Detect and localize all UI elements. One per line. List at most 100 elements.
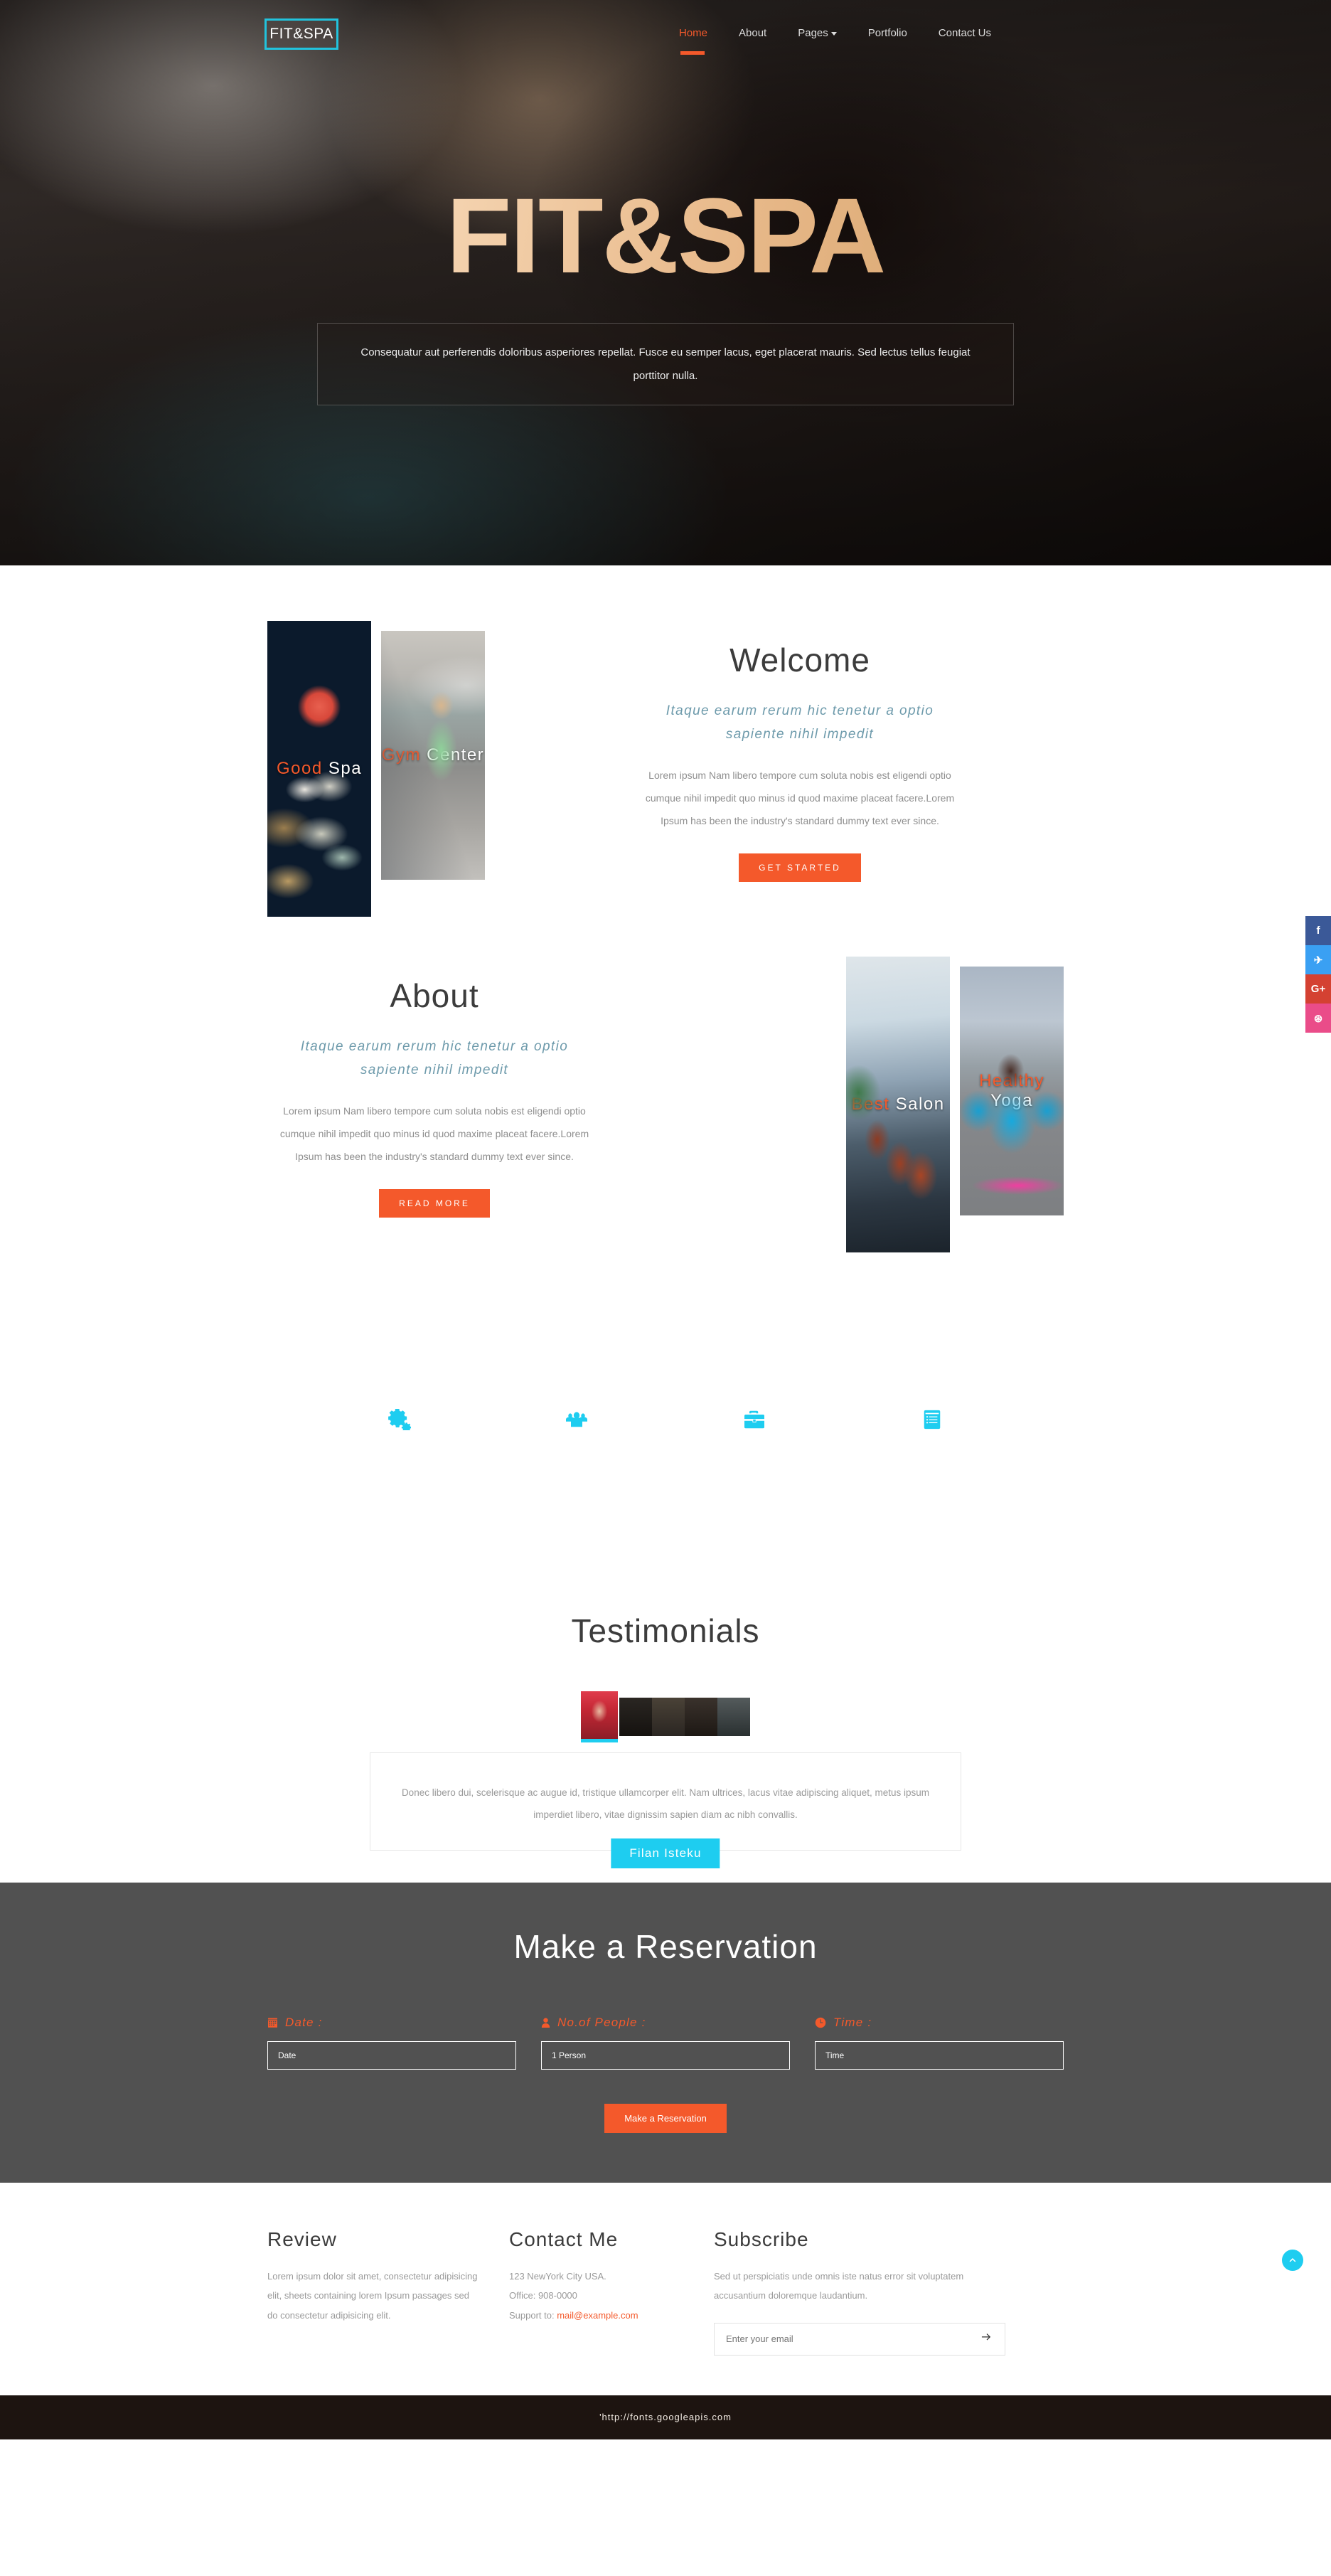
site-logo[interactable]: FIT&SPA [264, 18, 338, 50]
users-icon[interactable] [534, 1398, 619, 1441]
read-more-button[interactable]: READ MORE [379, 1189, 490, 1218]
welcome-row: Good Spa Gym Center Welcome Itaque earum… [267, 621, 1064, 917]
testimonial-thumb-active[interactable] [581, 1691, 618, 1742]
nav-item-home[interactable]: Home [679, 27, 708, 55]
nav-item-about[interactable]: About [739, 27, 766, 42]
welcome-section: Good Spa Gym Center Welcome Itaque earum… [0, 565, 1331, 917]
time-input[interactable] [815, 2041, 1064, 2070]
nav-label-home: Home [679, 27, 708, 39]
testimonial-thumb[interactable] [619, 1698, 652, 1736]
testimonial-author-badge[interactable]: Filan Isteku [611, 1838, 720, 1869]
card-gym-center[interactable]: Gym Center [381, 631, 485, 880]
reservation-field-people: No.of People : [541, 2016, 790, 2070]
welcome-title: Welcome [729, 642, 870, 678]
nav-label-about: About [739, 27, 767, 39]
google-plus-icon[interactable]: G+ [1305, 974, 1331, 1004]
about-section: About Itaque earum rerum hic tenetur a o… [0, 917, 1331, 1252]
card-caption-best-salon: Best Salon [846, 1095, 950, 1114]
bottom-bar-text: 'http://fonts.googleapis.com [599, 2412, 732, 2423]
card-healthy-yoga[interactable]: Healthy Yoga [960, 967, 1064, 1215]
welcome-text-column: Welcome Itaque earum rerum hic tenetur a… [485, 621, 1064, 883]
footer-title-subscribe: Subscribe [714, 2228, 809, 2251]
testimonial-thumbnail-list [267, 1691, 1064, 1742]
chevron-down-icon [830, 31, 837, 36]
user-icon [541, 2018, 550, 2028]
briefcase-icon[interactable] [712, 1398, 797, 1441]
welcome-subtitle: Itaque earum rerum hic tenetur a optio s… [666, 703, 934, 743]
reservation-title: Make a Reservation [513, 1928, 818, 1966]
testimonial-thumb[interactable] [652, 1698, 685, 1736]
footer-review-body: Lorem ipsum dolor sit amet, consectetur … [267, 2271, 478, 2321]
about-text-column: About Itaque earum rerum hic tenetur a o… [267, 957, 602, 1218]
testimonial-thumb[interactable] [685, 1698, 717, 1736]
footer-title-review: Review [267, 2228, 337, 2251]
footer-subscribe-body: Sed ut perspiciatis unde omnis iste natu… [714, 2271, 964, 2301]
footer-title-contact: Contact Me [509, 2228, 619, 2251]
footer-columns: Review Lorem ipsum dolor sit amet, conse… [267, 2228, 1303, 2356]
about-wrap: About Itaque earum rerum hic tenetur a o… [267, 957, 1064, 1252]
reservation-label-text: Date : [285, 2016, 323, 2030]
chevron-up-icon [1289, 2257, 1296, 2262]
subscribe-email-input[interactable] [715, 2323, 968, 2355]
people-input[interactable] [541, 2041, 790, 2070]
get-started-button[interactable]: GET STARTED [739, 853, 861, 883]
make-reservation-button[interactable]: Make a Reservation [604, 2104, 727, 2134]
bottom-bar: 'http://fonts.googleapis.com [0, 2395, 1331, 2439]
card-caption-good-spa: Good Spa [267, 759, 371, 779]
caption-word-1: Gym [381, 745, 421, 765]
subscribe-form [714, 2249, 1303, 2356]
card-caption-gym-center: Gym Center [381, 745, 485, 765]
date-input[interactable] [267, 2041, 516, 2070]
footer-wrap: Review Lorem ipsum dolor sit amet, conse… [267, 2228, 1303, 2356]
caption-word-1: Good [276, 759, 323, 778]
footer-col-subscribe: Subscribe Sed ut perspiciatis unde omnis… [714, 2228, 1303, 2356]
dribbble-icon[interactable]: ⊛ [1305, 1004, 1331, 1033]
footer-support-prefix: Support to: [509, 2309, 557, 2321]
page-root: FIT&SPA Home About Pages Portfolio Conta… [0, 0, 1331, 2439]
cogs-icon[interactable] [356, 1398, 442, 1441]
logo-text: FIT&SPA [269, 26, 333, 42]
testimonial-thumb[interactable] [717, 1698, 750, 1736]
card-best-salon[interactable]: Best Salon [846, 957, 950, 1252]
features-wrap [267, 1398, 1064, 1441]
reservation-submit-wrap: Make a Reservation [267, 2104, 1064, 2134]
caption-word-1: Healthy [979, 1071, 1044, 1090]
twitter-glyph: ✈ [1313, 954, 1323, 967]
subscribe-submit-button[interactable] [968, 2324, 1005, 2355]
about-title: About [390, 977, 479, 1014]
caption-word-2: Center [427, 745, 485, 765]
caption-word-2: Yoga [990, 1091, 1033, 1110]
footer-email-link[interactable]: mail@example.com [557, 2310, 638, 2321]
calendar-icon [268, 2018, 277, 2028]
hero-content: FIT&SPA Consequatur aut perferendis dolo… [0, 182, 1331, 405]
reservation-fields-row: Date : No.of People : Time : [267, 2016, 1064, 2070]
nav-menu: Home About Pages Portfolio Contact Us [679, 27, 991, 55]
testimonials-wrap: Testimonials Donec libero dui, scelerisq… [267, 1612, 1064, 1869]
social-sidebar: f ✈ G+ ⊛ [1305, 916, 1331, 1033]
card-caption-healthy-yoga: Healthy Yoga [960, 1071, 1064, 1111]
hero-description-box: Consequatur aut perferendis doloribus as… [317, 323, 1014, 405]
nav-label-contact-us: Contact Us [938, 27, 991, 39]
testimonial-quote: Donec libero dui, scelerisque ac augue i… [401, 1787, 930, 1821]
facebook-icon[interactable]: f [1305, 916, 1331, 945]
clock-icon [815, 2017, 826, 2028]
reservation-wrap: Make a Reservation Date : No.of People : [267, 1927, 1064, 2134]
reservation-label-people: No.of People : [541, 2016, 790, 2030]
scroll-to-top-button[interactable] [1282, 2249, 1303, 2271]
facebook-glyph: f [1316, 925, 1320, 937]
nav-label-pages: Pages [798, 27, 828, 39]
nav-item-portfolio[interactable]: Portfolio [868, 27, 907, 42]
list-alt-icon[interactable] [889, 1398, 975, 1441]
footer-col-contact: Contact Me 123 NewYork City USA. Office:… [509, 2228, 714, 2356]
reservation-section: Make a Reservation Date : No.of People : [0, 1883, 1331, 2183]
card-good-spa[interactable]: Good Spa [267, 621, 371, 917]
reservation-label-text: Time : [833, 2016, 872, 2030]
main-navigation: FIT&SPA Home About Pages Portfolio Conta… [0, 0, 1331, 78]
nav-item-contact-us[interactable]: Contact Us [939, 27, 991, 42]
reservation-field-time: Time : [815, 2016, 1064, 2070]
arrow-right-icon [981, 2333, 991, 2341]
hero-title: FIT&SPA [0, 182, 1331, 289]
welcome-wrap: Good Spa Gym Center Welcome Itaque earum… [267, 621, 1064, 917]
twitter-icon[interactable]: ✈ [1305, 945, 1331, 974]
nav-item-pages[interactable]: Pages [798, 27, 837, 42]
